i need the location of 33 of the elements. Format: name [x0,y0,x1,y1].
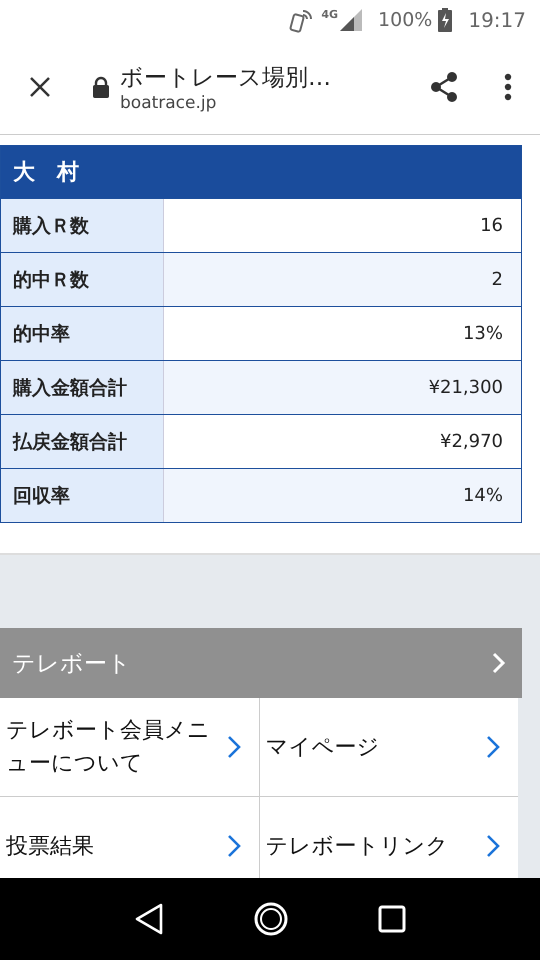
page-title: ボートレース場別… [120,64,332,92]
table-cell: 2 [164,253,521,306]
close-icon[interactable] [28,75,52,99]
back-icon[interactable] [134,903,164,935]
menu-item[interactable]: 投票結果 [0,797,258,878]
page-url: boatrace.jp [120,92,218,112]
table-label: 回収率 [1,469,164,522]
chevron-icon [226,834,240,858]
recents-icon[interactable] [378,905,406,933]
share-icon[interactable] [428,71,460,103]
table-cell: ¥21,300 [164,361,521,414]
battery-percent: 100% [378,9,432,31]
menu-item[interactable]: テレボート会員メニューについて [0,698,258,796]
signal-icon [340,9,362,31]
table-cell: 14% [164,469,521,522]
menu-item[interactable]: マイページ [260,698,518,796]
battery-charging-icon [438,8,452,32]
table-header: 大 村 [1,146,521,198]
chevron-icon [226,735,240,759]
chevron-icon [492,652,506,674]
clock: 19:17 [468,8,526,32]
home-icon[interactable] [252,901,289,937]
table-label: 的中Ｒ数 [1,253,164,306]
table-label: 払戻金額合計 [1,415,164,468]
table-label: 購入Ｒ数 [1,199,164,252]
lock-icon [92,76,110,98]
chevron-icon [486,735,500,759]
table-label: 的中率 [1,307,164,360]
more-icon[interactable] [504,73,512,101]
chevron-icon [486,834,500,858]
network-label: 4G [321,8,338,21]
table-label: 購入金額合計 [1,361,164,414]
menu-item[interactable]: テレボートリンク [260,797,518,878]
